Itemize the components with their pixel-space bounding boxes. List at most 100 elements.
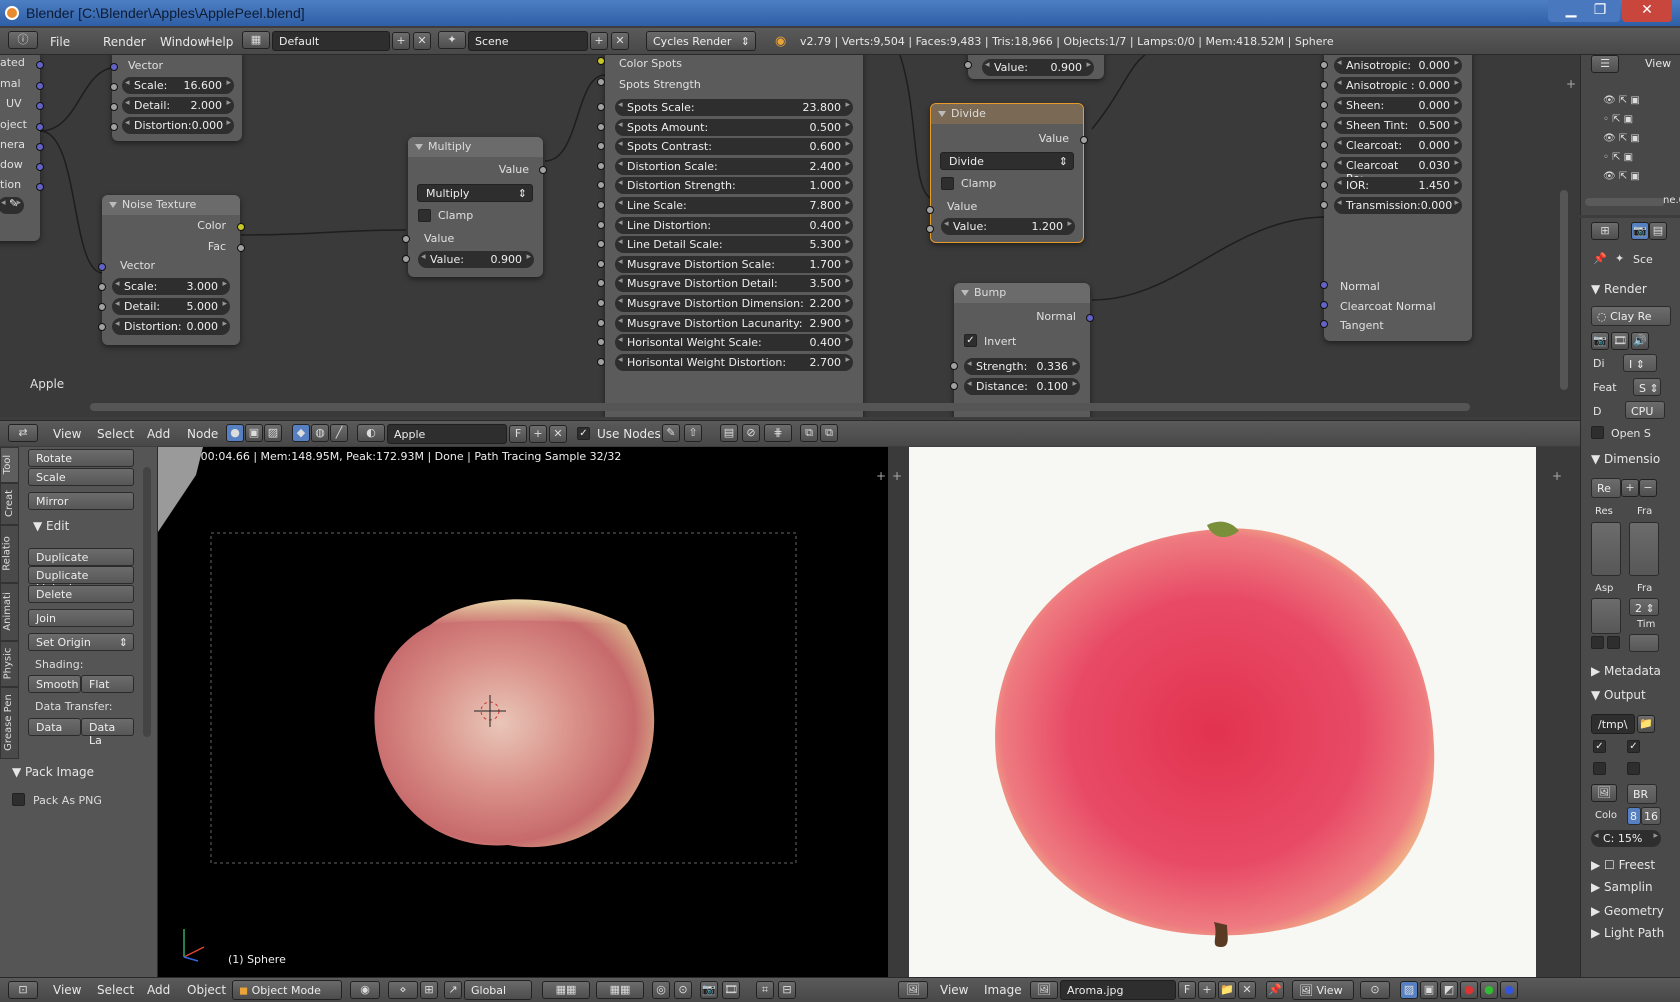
display-alpha-icon[interactable]: ◩ — [1440, 981, 1458, 999]
tab-create[interactable]: Creat — [0, 483, 19, 525]
apple-peel-group-node[interactable]: Color Spots Spots Strength Spots Scale: 2… — [605, 55, 863, 417]
blue-channel-icon[interactable]: ● — [1500, 981, 1518, 999]
aspect-fields[interactable] — [1591, 598, 1621, 634]
editor-type-3d-view-icon[interactable]: ⊡ — [8, 981, 38, 999]
socket[interactable] — [98, 303, 106, 311]
group-input-field[interactable]: Line Distortion: 0.400 — [615, 216, 853, 234]
distortion-field[interactable]: Distortion:0.000 — [112, 318, 230, 335]
add-layout-icon[interactable]: + — [392, 32, 410, 50]
node-title[interactable]: Multiply — [408, 137, 543, 157]
socket[interactable] — [597, 357, 605, 366]
snap-element-icon[interactable]: ⋕ — [764, 424, 792, 442]
outliner-scrollbar[interactable] — [1585, 198, 1665, 206]
socket[interactable] — [1320, 121, 1328, 129]
distortion-field[interactable]: Distortion:0.000 — [122, 117, 234, 134]
red-channel-icon[interactable]: ● — [1460, 981, 1478, 999]
toolshelf-toggle-plus-icon[interactable]: + — [892, 469, 902, 483]
feature-set-select[interactable]: S ⇕ — [1633, 378, 1661, 396]
group-input-field[interactable]: Musgrave Distortion Detail: 3.500 — [615, 275, 853, 293]
distance-field[interactable]: Distance: 0.100 — [964, 378, 1080, 395]
placeholders-checkbox[interactable] — [1593, 762, 1606, 775]
overlay-icon[interactable]: ⊟ — [778, 981, 796, 999]
menu-view[interactable]: View — [940, 983, 968, 997]
region-toggle-plus-icon[interactable]: + — [1566, 77, 1576, 91]
output-panel-header[interactable]: ▼ Output — [1591, 688, 1646, 702]
value-field[interactable]: Value: 0.900 — [982, 59, 1094, 76]
socket[interactable] — [98, 263, 106, 271]
clay-render-toggle[interactable]: ◌ Clay Re — [1591, 306, 1671, 326]
bsdf-input-field[interactable]: Sheen Tint: 0.500 — [1334, 117, 1462, 134]
parent-node-tree-icon[interactable]: ⇧ — [684, 424, 702, 442]
menu-select[interactable]: Select — [97, 983, 134, 997]
border-checkbox[interactable] — [1591, 636, 1604, 649]
value-field[interactable]: Value: 0.900 — [418, 251, 534, 268]
node-editor[interactable]: ated mal UV oject nera dow tion ✎ Vector… — [0, 55, 1580, 417]
socket[interactable] — [1320, 281, 1328, 289]
shade-flat-button[interactable]: Flat — [81, 675, 134, 693]
image-browse-icon[interactable]: 🖼 — [1030, 981, 1058, 999]
socket[interactable] — [926, 225, 934, 233]
texture-nodes-icon[interactable]: ▨ — [264, 424, 282, 442]
unlink-material-icon[interactable]: ✕ — [549, 425, 567, 443]
freestyle-panel-header[interactable]: ▶ ☐ Freest — [1591, 858, 1655, 872]
principled-bsdf-node[interactable]: Anisotropic:0.000 Anisotropic :0.000 Sheen… — [1324, 55, 1472, 341]
group-input-field[interactable]: Musgrave Distortion Lacunarity: 2.900 — [615, 314, 853, 332]
menu-window[interactable]: Window — [160, 35, 207, 49]
screen-layout-select[interactable]: Default — [272, 31, 390, 51]
duplicate-linked-button[interactable]: Duplicate Linked — [28, 566, 134, 595]
socket[interactable] — [597, 299, 605, 307]
menu-view[interactable]: View — [53, 427, 81, 441]
image-mode-select[interactable]: 🖼 View — [1292, 980, 1354, 1000]
bsdf-input-field[interactable]: Anisotropic :0.000 — [1334, 77, 1462, 94]
output-path-field[interactable]: /tmp\ — [1591, 714, 1635, 734]
menu-file[interactable]: File — [50, 35, 70, 49]
light-path-panel-header[interactable]: ▶ Light Path — [1591, 926, 1664, 940]
duplicate-button[interactable]: Duplicate — [28, 548, 134, 566]
open-image-icon[interactable]: 📁 — [1218, 981, 1236, 999]
mirror-button[interactable]: Mirror — [28, 492, 134, 510]
geometry-panel-header[interactable]: ▶ Geometry — [1591, 904, 1664, 918]
socket[interactable] — [597, 161, 605, 170]
cache-result-checkbox[interactable] — [1627, 762, 1640, 775]
browse-folder-icon[interactable]: 📁 — [1637, 715, 1655, 733]
remove-layout-icon[interactable]: ✕ — [413, 32, 431, 50]
group-input-field[interactable]: Spots Amount: 0.500 — [615, 118, 853, 136]
audio-icon[interactable]: 🔊 — [1631, 332, 1649, 350]
render-tab-icon[interactable]: 📷 — [1631, 222, 1649, 240]
bsdf-input-field[interactable]: Anisotropic: 0.000 — [1334, 57, 1462, 74]
bsdf-input-field[interactable]: IOR: 1.450 — [1334, 177, 1462, 194]
image-name-field[interactable]: Aroma.jpg — [1060, 980, 1176, 1000]
value-field[interactable]: Value: 1.200 — [941, 218, 1075, 235]
material-browse-icon[interactable]: ◐ — [357, 424, 385, 442]
tab-animation[interactable]: Animati — [0, 583, 19, 641]
socket[interactable] — [1320, 181, 1328, 189]
group-input-field[interactable]: Distortion Strength: 1.000 — [615, 177, 853, 195]
use-nodes-checkbox[interactable]: ✓ — [577, 427, 590, 440]
socket[interactable] — [926, 206, 934, 214]
add-preset-icon[interactable]: + — [1621, 479, 1639, 497]
file-extensions-checkbox[interactable]: ✓ — [1627, 740, 1640, 753]
group-input-field[interactable]: Musgrave Distortion Dimension: 2.200 — [615, 295, 853, 312]
overwrite-checkbox[interactable]: ✓ — [1593, 740, 1606, 753]
editor-type-image-icon[interactable]: 🖼 — [898, 981, 928, 999]
texture-coordinate-node[interactable]: ated mal UV oject nera dow tion ✎ — [0, 55, 40, 241]
3d-viewport[interactable]: Time:00:04.66 | Mem:148.95M, Peak:172.93… — [158, 447, 888, 977]
shade-smooth-button[interactable]: Smooth — [28, 675, 81, 693]
shader-nodes-icon[interactable]: ● — [226, 424, 244, 442]
render-engine-select[interactable]: Cycles Render ⇕ — [646, 31, 756, 51]
menu-node[interactable]: Node — [187, 427, 218, 441]
menu-image[interactable]: Image — [984, 983, 1022, 997]
node-title[interactable]: Noise Texture — [102, 195, 240, 215]
viewport-shading-icon[interactable]: ◉ — [350, 981, 380, 999]
socket[interactable] — [1086, 314, 1094, 322]
menu-help[interactable]: Help — [206, 35, 233, 49]
detail-field[interactable]: Detail: 5.000 — [112, 298, 230, 315]
close-icon[interactable]: ✕ — [1622, 0, 1672, 22]
material-name-field[interactable]: Apple — [387, 424, 507, 444]
socket[interactable] — [36, 163, 44, 171]
socket[interactable] — [597, 57, 605, 65]
socket[interactable] — [36, 143, 44, 151]
texture-node-top[interactable]: Vector Scale: 16.600 Detail: 2.000 Distort… — [112, 55, 242, 141]
editor-type-node-icon[interactable]: ⇄ — [8, 424, 38, 442]
scene-select[interactable]: Scene — [468, 31, 588, 51]
